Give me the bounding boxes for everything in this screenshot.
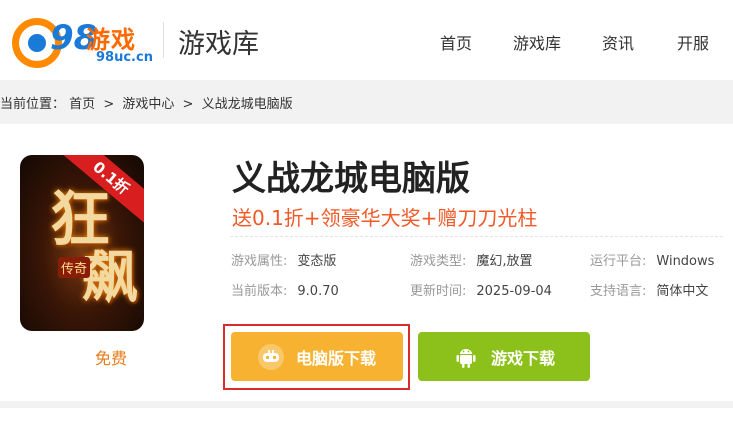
main-nav: 首页 游戏库 资讯 开服 — [440, 30, 733, 54]
info-platform: 运行平台: Windows — [590, 250, 714, 269]
pc-download-label: 电脑版下载 — [295, 348, 376, 368]
info-type: 游戏类型: 魔幻,放置 — [410, 250, 533, 269]
game-title: 义战龙城电脑版 — [232, 159, 470, 199]
breadcrumb-home[interactable]: 首页 — [69, 97, 95, 112]
info-row: 当前版本: 9.0.70 更新时间: 2025-09-04 支持语言: 简体中文 — [231, 280, 731, 310]
game-cover-image[interactable]: 狂 飙 传奇 0.1折 — [20, 155, 144, 331]
info-row: 游戏属性: 变态版 游戏类型: 魔幻,放置 运行平台: Windows — [231, 250, 731, 280]
info-value: 简体中文 — [656, 284, 709, 299]
info-version: 当前版本: 9.0.70 — [231, 280, 339, 299]
info-value: 变态版 — [297, 254, 337, 269]
breadcrumb-separator: > — [182, 97, 194, 112]
info-divider — [230, 236, 723, 237]
pc-download-button[interactable]: 电脑版下载 — [231, 332, 403, 381]
nav-servers[interactable]: 开服 — [677, 30, 709, 54]
breadcrumb-prefix: 当前位置： — [0, 97, 66, 112]
header-divider — [163, 22, 164, 58]
breadcrumb: 当前位置： 首页 > 游戏中心 > 义战龙城电脑版 — [0, 93, 293, 112]
promo-text: 送0.1折+领豪华大奖+赠刀刀光柱 — [232, 206, 538, 230]
game-download-button[interactable]: 游戏下载 — [418, 332, 590, 381]
cover-glyph-2: 飙 — [82, 245, 138, 311]
site-title: 游戏库 — [178, 29, 259, 60]
info-key: 更新时间: — [410, 284, 467, 299]
info-attribute: 游戏属性: 变态版 — [231, 250, 336, 269]
info-value: Windows — [656, 254, 715, 269]
info-key: 支持语言: — [590, 284, 647, 299]
info-key: 游戏类型: — [410, 254, 467, 269]
price-label: 免费 — [95, 349, 128, 368]
site-header: 98 游戏 98uc.cn 游戏库 首页 游戏库 资讯 开服 — [0, 0, 733, 80]
game-detail-card: 狂 飙 传奇 0.1折 免费 义战龙城电脑版 送0.1折+领豪华大奖+赠刀刀光柱… — [0, 124, 733, 401]
gamepad-icon — [257, 343, 284, 370]
game-info-grid: 游戏属性: 变态版 游戏类型: 魔幻,放置 运行平台: Windows 当前版本: 9.… — [231, 250, 731, 310]
site-logo[interactable]: 98 游戏 98uc.cn — [10, 10, 153, 70]
breadcrumb-separator: > — [103, 97, 115, 112]
info-value: 魔幻,放置 — [476, 254, 533, 269]
info-value: 2025-09-04 — [476, 284, 552, 299]
info-value: 9.0.70 — [297, 284, 339, 299]
android-icon — [453, 344, 479, 370]
info-key: 运行平台: — [590, 254, 647, 269]
info-language: 支持语言: 简体中文 — [590, 280, 708, 299]
logo-domain: 98uc.cn — [96, 50, 153, 65]
info-update-time: 更新时间: 2025-09-04 — [410, 280, 552, 299]
info-key: 当前版本: — [231, 284, 288, 299]
nav-news[interactable]: 资讯 — [602, 30, 634, 54]
game-download-label: 游戏下载 — [490, 348, 555, 368]
breadcrumb-current[interactable]: 义战龙城电脑版 — [202, 97, 293, 112]
next-section — [0, 408, 733, 441]
info-key: 游戏属性: — [231, 254, 288, 269]
breadcrumb-game-center[interactable]: 游戏中心 — [122, 97, 174, 112]
nav-home[interactable]: 首页 — [440, 30, 472, 54]
nav-game-library[interactable]: 游戏库 — [513, 30, 561, 54]
cover-subtitle: 传奇 — [58, 257, 91, 278]
